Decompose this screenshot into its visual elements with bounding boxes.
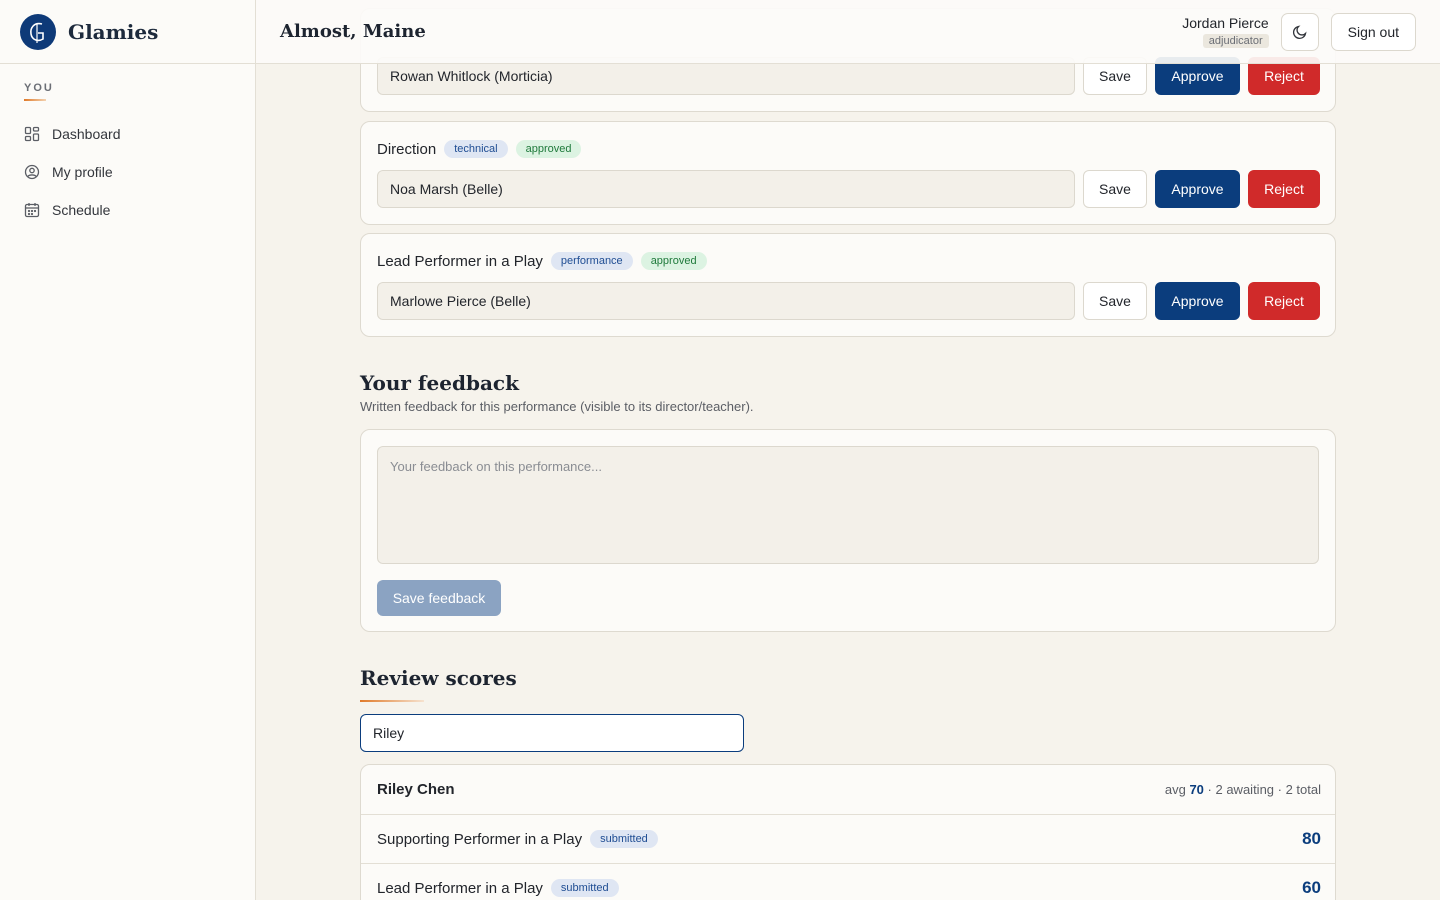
sidebar-item-label: Schedule — [52, 202, 111, 218]
score-award-name: Supporting Performer in a Play — [377, 830, 583, 848]
sidebar-item-dashboard[interactable]: Dashboard — [24, 115, 231, 153]
score-award-name: Lead Performer in a Play — [377, 879, 543, 897]
user-name: Jordan Pierce — [1182, 15, 1269, 31]
profile-icon — [24, 164, 40, 180]
user-role-badge: adjudicator — [1202, 34, 1269, 48]
feedback-card: Save feedback — [360, 429, 1336, 632]
dashboard-icon — [24, 126, 40, 142]
award-name: Direction — [377, 140, 437, 158]
category-tag: technical — [444, 140, 508, 158]
feedback-title: Your feedback — [360, 371, 519, 395]
calendar-icon — [24, 203, 40, 218]
status-badge: submitted — [550, 879, 619, 897]
scorer-name: Riley Chen — [377, 781, 455, 798]
nominee-input[interactable] — [377, 282, 1075, 320]
nav-section-you: YOU Dashboard My profile Schedule — [0, 64, 255, 229]
status-badge: approved — [640, 252, 707, 270]
score-row[interactable]: Lead Performer in a Play submitted 60 — [361, 863, 1335, 900]
scores-card: Riley Chen avg 70 · 2 awaiting · 2 total… — [360, 764, 1336, 900]
theme-toggle-button[interactable] — [1280, 13, 1319, 51]
nav-heading-underline — [24, 99, 46, 101]
sidebar-item-label: My profile — [52, 164, 113, 180]
score-row[interactable]: Supporting Performer in a Play submitted… — [361, 814, 1335, 863]
nominee-input[interactable] — [377, 170, 1075, 208]
save-feedback-button[interactable]: Save feedback — [377, 580, 501, 616]
sidebar-item-label: Dashboard — [52, 126, 121, 142]
nav-heading: YOU — [24, 82, 54, 94]
award-header: Direction technical approved — [377, 140, 589, 158]
brand[interactable]: Glamies — [0, 0, 255, 64]
score-summary: avg 70 · 2 awaiting · 2 total — [1165, 782, 1321, 797]
score-value: 80 — [1302, 829, 1321, 848]
award-name: Lead Performer in a Play — [377, 252, 543, 270]
reject-button[interactable]: Reject — [1248, 170, 1320, 208]
brand-name: Glamies — [68, 19, 159, 44]
avg-label: avg — [1164, 782, 1186, 797]
user-controls: Jordan Pierce adjudicator Sign out — [1182, 13, 1416, 51]
scorer-header-row[interactable]: Riley Chen avg 70 · 2 awaiting · 2 total — [361, 765, 1335, 814]
save-button[interactable]: Save — [1083, 170, 1147, 208]
feedback-textarea[interactable] — [377, 446, 1319, 564]
score-counts: · 2 awaiting · 2 total — [1207, 782, 1321, 797]
award-card: Direction technical approved Save Approv… — [360, 121, 1336, 225]
approve-button[interactable]: Approve — [1155, 282, 1240, 320]
save-button[interactable]: Save — [1083, 282, 1147, 320]
title-underline — [360, 700, 424, 702]
status-badge: submitted — [590, 830, 658, 848]
award-header: Lead Performer in a Play performance app… — [377, 252, 715, 270]
sidebar-item-my-profile[interactable]: My profile — [24, 153, 231, 191]
feedback-subtitle: Written feedback for this performance (v… — [360, 399, 754, 414]
sign-out-button[interactable]: Sign out — [1330, 13, 1416, 51]
status-badge: approved — [515, 140, 582, 158]
sidebar: Glamies YOU Dashboard My profile Schedul… — [0, 0, 256, 900]
user-info: Jordan Pierce adjudicator — [1182, 15, 1269, 49]
category-tag: performance — [550, 252, 633, 270]
avg-score: 70 — [1189, 782, 1204, 797]
reject-button[interactable]: Reject — [1248, 282, 1320, 320]
page-title: Almost, Maine — [280, 21, 426, 42]
score-value: 60 — [1302, 878, 1321, 897]
review-scores-title: Review scores — [360, 666, 517, 690]
top-bar: Almost, Maine Jordan Pierce adjudicator … — [256, 0, 1440, 64]
sidebar-item-schedule[interactable]: Schedule — [24, 191, 231, 229]
nav-list: Dashboard My profile Schedule — [24, 115, 231, 229]
glamies-logo-icon — [20, 13, 56, 50]
award-card: Lead Performer in a Play performance app… — [360, 233, 1336, 337]
moon-icon — [1292, 25, 1307, 40]
approve-button[interactable]: Approve — [1155, 170, 1240, 208]
scores-search-input[interactable] — [360, 714, 744, 752]
